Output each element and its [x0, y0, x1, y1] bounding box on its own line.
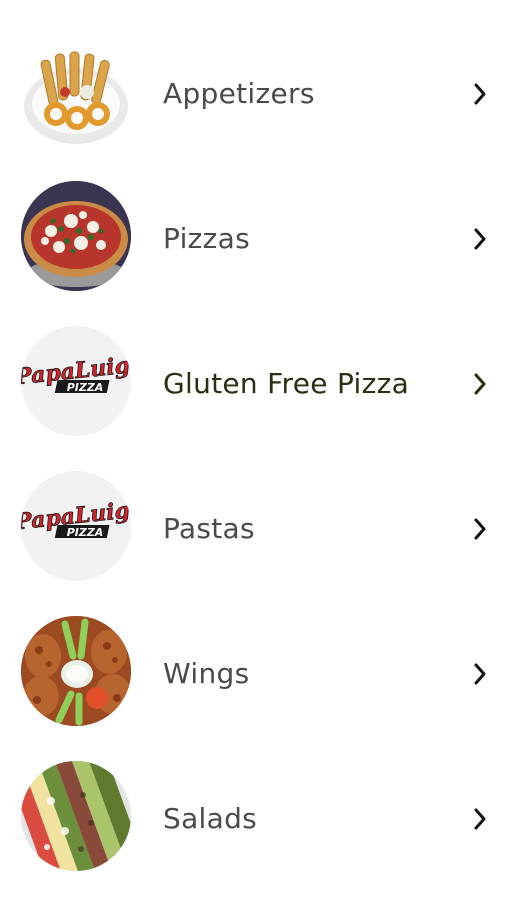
chevron-right-icon	[470, 517, 490, 541]
menu-item-label: Salads	[163, 802, 258, 835]
pizza-image	[21, 181, 131, 291]
papa-luigi-pizza-logo: PapaLuigi PIZZA	[21, 326, 131, 436]
appetizers-image	[21, 40, 131, 150]
svg-text:PIZZA: PIZZA	[67, 381, 104, 394]
chevron-right-icon	[470, 662, 490, 686]
menu-item-pizzas[interactable]: Pizzas	[0, 167, 507, 312]
menu-item-label: Appetizers	[163, 77, 315, 110]
menu-item-label: Gluten Free Pizza	[163, 367, 410, 400]
papa-luigi-pizza-logo: PapaLuigi PIZZA	[21, 471, 131, 581]
category-menu-list: Appetizers Pizzas PapaLuigi PIZZA Gluten…	[0, 0, 507, 900]
wings-image	[21, 616, 131, 726]
menu-item-salads[interactable]: Salads	[0, 747, 507, 892]
menu-item-pastas[interactable]: PapaLuigi PIZZA Pastas	[0, 457, 507, 602]
chevron-right-icon	[470, 372, 490, 396]
menu-item-label: Pastas	[163, 512, 255, 545]
chevron-right-icon	[470, 807, 490, 831]
menu-item-appetizers[interactable]: Appetizers	[0, 22, 507, 167]
chevron-right-icon	[470, 82, 490, 106]
menu-item-label: Pizzas	[163, 222, 250, 255]
menu-item-gluten-free-pizza[interactable]: PapaLuigi PIZZA Gluten Free Pizza	[0, 312, 507, 457]
salad-image	[21, 761, 131, 871]
svg-text:PIZZA: PIZZA	[67, 526, 104, 539]
chevron-right-icon	[470, 227, 490, 251]
menu-item-label: Wings	[163, 657, 250, 690]
menu-item-wings[interactable]: Wings	[0, 602, 507, 747]
